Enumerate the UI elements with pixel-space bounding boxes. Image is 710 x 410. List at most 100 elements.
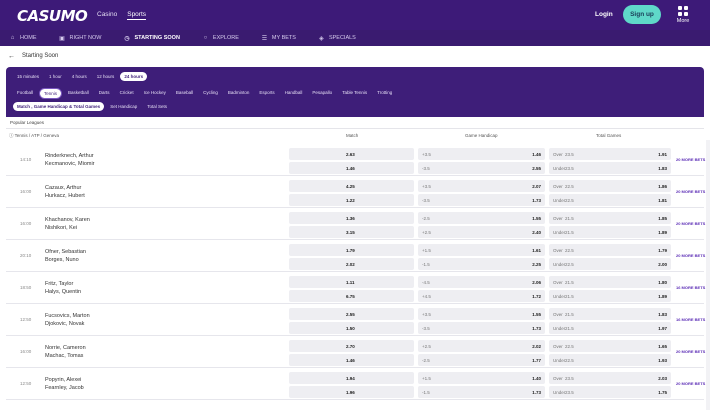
market_filters-chip[interactable]: Match , Game Handicap & Total Games (13, 102, 105, 111)
market_filters-chip[interactable]: Total Sets (143, 102, 171, 111)
player-one[interactable]: Fritz, Taylor (45, 281, 73, 287)
sports-chip[interactable]: Table Tennis (338, 88, 371, 99)
match-odds-home[interactable]: 1.79 (289, 244, 414, 256)
more-bets-link[interactable]: 16 MORE BETS (676, 317, 705, 322)
match-odds-away[interactable]: 1.46 (289, 354, 414, 366)
back-arrow-icon[interactable]: ← (8, 53, 15, 60)
handicap-odds-away[interactable]: -1.5 2.25 (418, 258, 545, 270)
match-odds-away[interactable]: 3.15 (289, 226, 414, 238)
handicap-odds-home[interactable]: +2.5 2.02 (418, 340, 545, 352)
more-bets-link[interactable]: 20 MORE BETS (676, 221, 705, 226)
player-one[interactable]: Popyrin, Alexei (45, 377, 81, 383)
handicap-odds-home[interactable]: -2.5 1.55 (418, 212, 545, 224)
total-over-odds[interactable]: Over 21.5 1.85 (549, 212, 671, 224)
player-two[interactable]: Djokovic, Novak (45, 321, 84, 327)
match-odds-away[interactable]: 1.50 (289, 322, 414, 334)
nav-item-starting-soon[interactable]: ◷ STARTING SOON (123, 35, 180, 42)
total-over-odds[interactable]: Over 22.5 1.86 (549, 180, 671, 192)
player-one[interactable]: Fucsovics, Marton (45, 313, 90, 319)
player-two[interactable]: Fearnley, Jacob (45, 385, 84, 391)
total-under-odds[interactable]: Under 22.5 2.00 (549, 258, 671, 270)
market_filters-chip[interactable]: Set Handicap (106, 102, 141, 111)
sports-chip[interactable]: Cycling (199, 88, 222, 99)
sports-chip[interactable]: Pesapallo (308, 88, 336, 99)
total-under-odds[interactable]: Under 22.5 1.81 (549, 194, 671, 206)
match-odds-away[interactable]: 1.22 (289, 194, 414, 206)
handicap-odds-home[interactable]: +1.5 1.61 (418, 244, 545, 256)
sports-chip[interactable]: Tennis (39, 88, 63, 99)
handicap-odds-home[interactable]: +3.5 2.07 (418, 180, 545, 192)
total-under-odds[interactable]: Under 21.5 1.89 (549, 226, 671, 238)
handicap-odds-away[interactable]: +4.5 1.72 (418, 290, 545, 302)
total-under-odds[interactable]: Under 23.5 1.75 (549, 386, 671, 398)
handicap-odds-away[interactable]: -1.5 1.73 (418, 386, 545, 398)
match-odds-away[interactable]: 1.96 (289, 386, 414, 398)
casumo-logo[interactable]: CASUMO (17, 7, 88, 25)
more-bets-link[interactable]: 20 MORE BETS (676, 253, 705, 258)
total-over-odds[interactable]: Over 23.5 1.91 (549, 148, 671, 160)
sports-chip[interactable]: Darts (95, 88, 114, 99)
match-odds-home[interactable]: 1.94 (289, 372, 414, 384)
time_filters-chip[interactable]: 1 hour (45, 72, 66, 81)
match-odds-away[interactable]: 6.75 (289, 290, 414, 302)
more-bets-link[interactable]: 20 MORE BETS (676, 381, 705, 386)
total-over-odds[interactable]: Over 22.5 1.65 (549, 340, 671, 352)
login-button[interactable]: Login (595, 11, 613, 18)
handicap-odds-away[interactable]: +2.5 2.40 (418, 226, 545, 238)
sports-link[interactable]: Sports (127, 11, 147, 20)
handicap-odds-home[interactable]: +1.5 1.40 (418, 372, 545, 384)
player-two[interactable]: Machac, Tomas (45, 353, 83, 359)
match-odds-home[interactable]: 1.11 (289, 276, 414, 288)
more-bets-link[interactable]: 20 MORE BETS (676, 157, 705, 162)
player-two[interactable]: Borges, Nuno (45, 257, 79, 263)
total-under-odds[interactable]: Under 21.5 1.89 (549, 290, 671, 302)
handicap-odds-away[interactable]: -3.5 2.55 (418, 162, 545, 174)
player-one[interactable]: Norrie, Cameron (45, 345, 86, 351)
time_filters-chip[interactable]: 24 hours (120, 72, 148, 81)
total-over-odds[interactable]: Over 21.5 1.83 (549, 308, 671, 320)
sports-chip[interactable]: Ice Hockey (140, 88, 170, 99)
scrollbar[interactable] (706, 140, 710, 410)
match-odds-away[interactable]: 1.46 (289, 162, 414, 174)
time_filters-chip[interactable]: 12 hours (93, 72, 119, 81)
time_filters-chip[interactable]: 15 minutes (13, 72, 43, 81)
match-odds-away[interactable]: 2.02 (289, 258, 414, 270)
player-one[interactable]: Khachanov, Karen (45, 217, 90, 223)
match-odds-home[interactable]: 2.55 (289, 308, 414, 320)
match-odds-home[interactable]: 1.36 (289, 212, 414, 224)
player-two[interactable]: Nishikori, Kei (45, 225, 77, 231)
sports-chip[interactable]: Trotting (373, 88, 396, 99)
handicap-odds-home[interactable]: +3.5 1.46 (418, 148, 545, 160)
player-one[interactable]: Cazaux, Arthur (45, 185, 81, 191)
sports-chip[interactable]: Cricket (116, 88, 138, 99)
league-header[interactable]: ⓘ Tennis / ATP / Geneva (9, 133, 59, 139)
sports-chip[interactable]: Handball (281, 88, 307, 99)
nav-item-home[interactable]: ⌂ HOME (9, 35, 37, 41)
handicap-odds-away[interactable]: -2.5 1.77 (418, 354, 545, 366)
player-two[interactable]: Halys, Quentin (45, 289, 81, 295)
more-bets-link[interactable]: 20 MORE BETS (676, 349, 705, 354)
nav-item-right-now[interactable]: ▣ RIGHT NOW (59, 35, 101, 42)
player-one[interactable]: Rinderknech, Arthur (45, 153, 94, 159)
more-bets-link[interactable]: 20 MORE BETS (676, 189, 705, 194)
total-over-odds[interactable]: Over 22.5 1.79 (549, 244, 671, 256)
handicap-odds-away[interactable]: -3.5 1.73 (418, 322, 545, 334)
sports-chip[interactable]: Baseball (172, 88, 197, 99)
casino-link[interactable]: Casino (97, 11, 117, 20)
more-bets-link[interactable]: 16 MORE BETS (676, 285, 705, 290)
handicap-odds-home[interactable]: -4.5 2.06 (418, 276, 545, 288)
more-menu-button[interactable]: More (676, 6, 690, 24)
nav-item-my-bets[interactable]: ☰ MY BETS (261, 35, 296, 42)
handicap-odds-away[interactable]: -3.5 1.73 (418, 194, 545, 206)
player-one[interactable]: Ofner, Sebastian (45, 249, 86, 255)
match-odds-home[interactable]: 2.70 (289, 340, 414, 352)
player-two[interactable]: Hurkacz, Hubert (45, 193, 85, 199)
nav-item-specials[interactable]: ◈ SPECIALS (318, 35, 356, 42)
sports-chip[interactable]: Badminton (224, 88, 254, 99)
sports-chip[interactable]: Esports (255, 88, 278, 99)
nav-item-explore[interactable]: ○ EXPLORE (202, 35, 239, 41)
total-under-odds[interactable]: Under 22.5 1.93 (549, 354, 671, 366)
match-odds-home[interactable]: 2.63 (289, 148, 414, 160)
sports-chip[interactable]: Basketball (64, 88, 93, 99)
player-two[interactable]: Kecmanovic, Miomir (45, 161, 95, 167)
